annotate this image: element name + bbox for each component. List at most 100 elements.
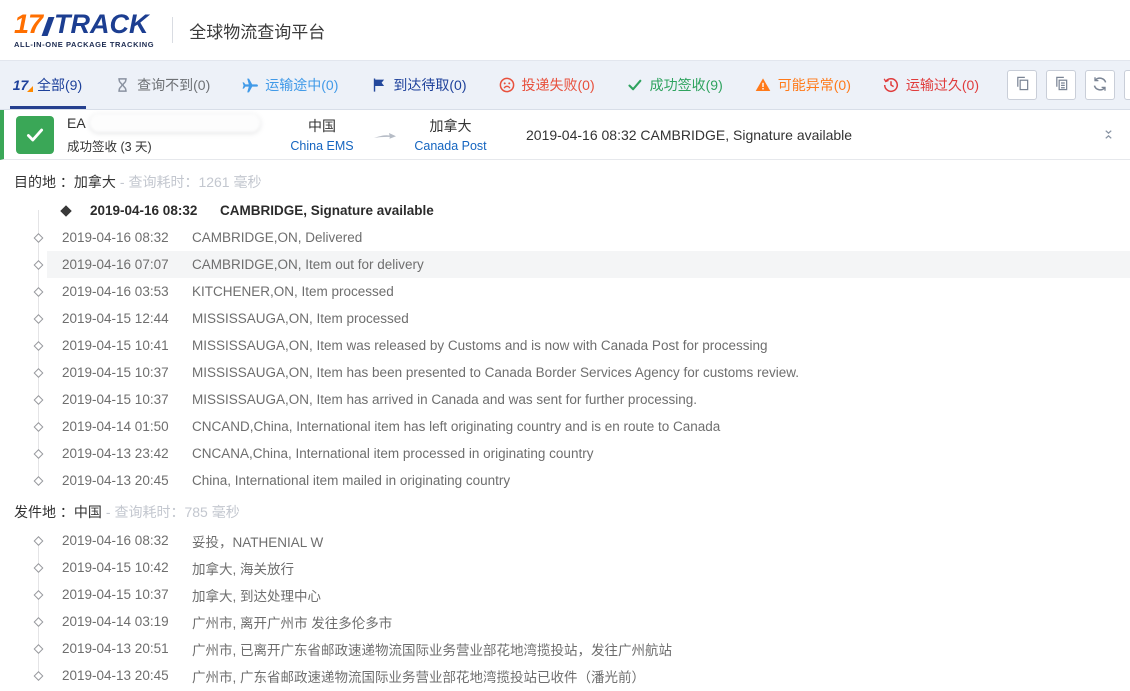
diamond-icon bbox=[34, 233, 44, 243]
tracking-number-prefix: EA bbox=[67, 115, 86, 131]
diamond-icon bbox=[60, 205, 71, 216]
section-label: 目的地 ：加拿大 bbox=[14, 174, 116, 190]
tab-delivery-failure[interactable]: 投递失败(0) bbox=[495, 61, 599, 109]
tracking-event-row: 2019-04-13 23:42 CNCANA,China, Internatio… bbox=[0, 440, 1130, 467]
copy-all-button[interactable] bbox=[1046, 70, 1076, 100]
section-header: 目的地 ：加拿大- 查询耗时：1261 毫秒 bbox=[0, 171, 1130, 193]
event-time: 2019-04-16 03:53 bbox=[62, 284, 178, 299]
tab-label: 全部(9) bbox=[37, 75, 82, 95]
latest-event-summary: 2019-04-16 08:32 CAMBRIDGE, Signature av… bbox=[526, 127, 852, 143]
tracking-event-row: 2019-04-13 20:51广州市, 已离开广东省邮政速递物流国际业务营业部… bbox=[0, 635, 1130, 662]
header-divider bbox=[172, 17, 173, 43]
site-logo[interactable]: 17 TRACK ALL-IN-ONE PACKAGE TRACKING bbox=[14, 11, 154, 49]
expand-all-button[interactable] bbox=[1124, 70, 1130, 100]
tab-label: 运输途中(0) bbox=[265, 75, 338, 95]
logo-tagline: ALL-IN-ONE PACKAGE TRACKING bbox=[14, 41, 154, 49]
tab-delivered[interactable]: 成功签收(9) bbox=[623, 61, 727, 109]
origin-block: 中国 China EMS bbox=[277, 116, 367, 153]
tab-expired[interactable]: 运输过久(0) bbox=[879, 61, 983, 109]
tracking-event-row: 2019-04-16 03:53 KITCHENER,ON, Item proce… bbox=[0, 278, 1130, 305]
logo-slash-mark bbox=[42, 17, 55, 36]
toolbar bbox=[1007, 70, 1130, 100]
tracking-event-row: 2019-04-15 10:37MISSISSAUGA,ON, Item has… bbox=[0, 359, 1130, 386]
package-summary-row[interactable]: EA 成功签收 (3 天) 中国 China EMS 加拿大 Canada Po… bbox=[0, 110, 1130, 160]
warning-icon bbox=[755, 77, 772, 94]
tracking-event-row: 2019-04-15 10:41 MISSISSAUGA,ON, Item was… bbox=[0, 332, 1130, 359]
tab-in-transit[interactable]: 运输途中(0) bbox=[238, 61, 342, 109]
event-description: MISSISSAUGA,ON, Item was released by Cus… bbox=[192, 338, 768, 353]
tracking-event-row: 2019-04-15 10:37MISSISSAUGA,ON, Item has… bbox=[0, 386, 1130, 413]
event-time: 2019-04-16 08:32 bbox=[62, 230, 178, 245]
tracking-event-row: 2019-04-15 10:42加拿大, 海关放行 bbox=[0, 554, 1130, 581]
diamond-icon bbox=[34, 422, 44, 432]
event-description: China, International item mailed in orig… bbox=[192, 473, 510, 488]
copy-icon bbox=[1015, 76, 1030, 94]
event-time: 2019-04-15 10:37 bbox=[62, 392, 178, 407]
logo-wordmark: 17 TRACK bbox=[14, 11, 154, 38]
diamond-icon bbox=[34, 563, 44, 573]
event-time: 2019-04-15 12:44 bbox=[62, 311, 178, 326]
tab-all[interactable]: 17全部(9) bbox=[10, 61, 86, 109]
event-description: CAMBRIDGE,ON, Delivered bbox=[192, 230, 362, 245]
tab-pick-up[interactable]: 到达待取(0) bbox=[366, 61, 470, 109]
diamond-icon bbox=[34, 536, 44, 546]
hourglass-icon bbox=[114, 77, 131, 94]
event-time: 2019-04-13 23:42 bbox=[62, 446, 178, 461]
event-description: 加拿大, 到达处理中心 bbox=[192, 585, 321, 605]
tracking-number: EA bbox=[67, 114, 277, 132]
event-description: 广州市, 已离开广东省邮政速递物流国际业务营业部花地湾揽投站，发往广州航站 bbox=[192, 639, 672, 659]
diamond-icon bbox=[34, 368, 44, 378]
event-description: 广州市, 广东省邮政速递物流国际业务营业部花地湾揽投站已收件（潘光前） bbox=[192, 666, 645, 686]
tracking-event-row: 2019-04-14 03:19广州市, 离开广州市 发往多伦多市 bbox=[0, 608, 1130, 635]
event-time: 2019-04-16 08:32 bbox=[90, 203, 206, 218]
package-info: EA 成功签收 (3 天) bbox=[67, 114, 277, 155]
tab-label: 可能异常(0) bbox=[778, 75, 851, 95]
origin-carrier-link[interactable]: China EMS bbox=[277, 139, 367, 153]
tab-label: 成功签收(9) bbox=[650, 75, 723, 95]
copy-button[interactable] bbox=[1007, 70, 1037, 100]
tab-alert[interactable]: 可能异常(0) bbox=[751, 61, 855, 109]
site-title: 全球物流查询平台 bbox=[189, 18, 325, 43]
site-header: 17 TRACK ALL-IN-ONE PACKAGE TRACKING 全球物流… bbox=[0, 0, 1130, 60]
event-time: 2019-04-15 10:41 bbox=[62, 338, 178, 353]
event-description: MISSISSAUGA,ON, Item has been presented … bbox=[192, 365, 799, 380]
event-description: 妥投，NATHENIAL W bbox=[192, 531, 323, 551]
event-description: KITCHENER,ON, Item processed bbox=[192, 284, 394, 299]
origin-country: 中国 bbox=[277, 116, 367, 136]
diamond-icon bbox=[34, 476, 44, 486]
refresh-button[interactable] bbox=[1085, 70, 1115, 100]
event-description: CNCAND,China, International item has lef… bbox=[192, 419, 720, 434]
tracking-event-row: 2019-04-16 08:32 CAMBRIDGE,ON, Delivered bbox=[0, 224, 1130, 251]
app-root: 17 TRACK ALL-IN-ONE PACKAGE TRACKING 全球物流… bbox=[0, 0, 1130, 691]
plane-icon bbox=[242, 77, 259, 94]
filter-tabs: 17全部(9) 查询不到(0) 运输途中(0) 到达待取(0) 投递失败(0) 成功签收(… bbox=[10, 61, 1007, 109]
event-time: 2019-04-15 10:42 bbox=[62, 560, 178, 575]
tab-label: 运输过久(0) bbox=[906, 75, 979, 95]
diamond-icon bbox=[34, 395, 44, 405]
tracking-section: 发件地 ：中国- 查询耗时：785 毫秒2019-04-16 08:32妥投，N… bbox=[0, 494, 1130, 689]
event-description: CNCANA,China, International item process… bbox=[192, 446, 593, 461]
tracking-event-row: 2019-04-13 20:45广州市, 广东省邮政速递物流国际业务营业部花地湾… bbox=[0, 662, 1130, 689]
event-list: 2019-04-16 08:32CAMBRIDGE, Signature ava… bbox=[0, 197, 1130, 494]
diamond-icon bbox=[34, 341, 44, 351]
event-time: 2019-04-16 08:32 bbox=[62, 533, 178, 548]
logo-track: TRACK bbox=[54, 11, 149, 38]
destination-country: 加拿大 bbox=[403, 116, 498, 136]
check-icon bbox=[627, 77, 644, 94]
event-list: 2019-04-16 08:32 妥投，NATHENIAL W 2019-04-15… bbox=[0, 527, 1130, 689]
logo-17: 17 bbox=[14, 11, 42, 38]
package-status-text: 成功签收 (3 天) bbox=[67, 136, 277, 155]
event-description: MISSISSAUGA,ON, Item processed bbox=[192, 311, 409, 326]
diamond-icon bbox=[34, 287, 44, 297]
package-route: 中国 China EMS 加拿大 Canada Post bbox=[277, 116, 498, 153]
event-time: 2019-04-14 01:50 bbox=[62, 419, 178, 434]
collapse-row-icon[interactable] bbox=[1103, 129, 1114, 140]
destination-carrier-link[interactable]: Canada Post bbox=[403, 139, 498, 153]
tab-label: 投递失败(0) bbox=[522, 75, 595, 95]
package-status-check-icon[interactable] bbox=[16, 116, 54, 154]
tab-not-found[interactable]: 查询不到(0) bbox=[110, 61, 214, 109]
section-query-time: - 查询耗时：1261 毫秒 bbox=[120, 174, 262, 190]
tab-label: 查询不到(0) bbox=[137, 75, 210, 95]
diamond-icon bbox=[34, 590, 44, 600]
refresh-icon bbox=[1092, 76, 1108, 95]
